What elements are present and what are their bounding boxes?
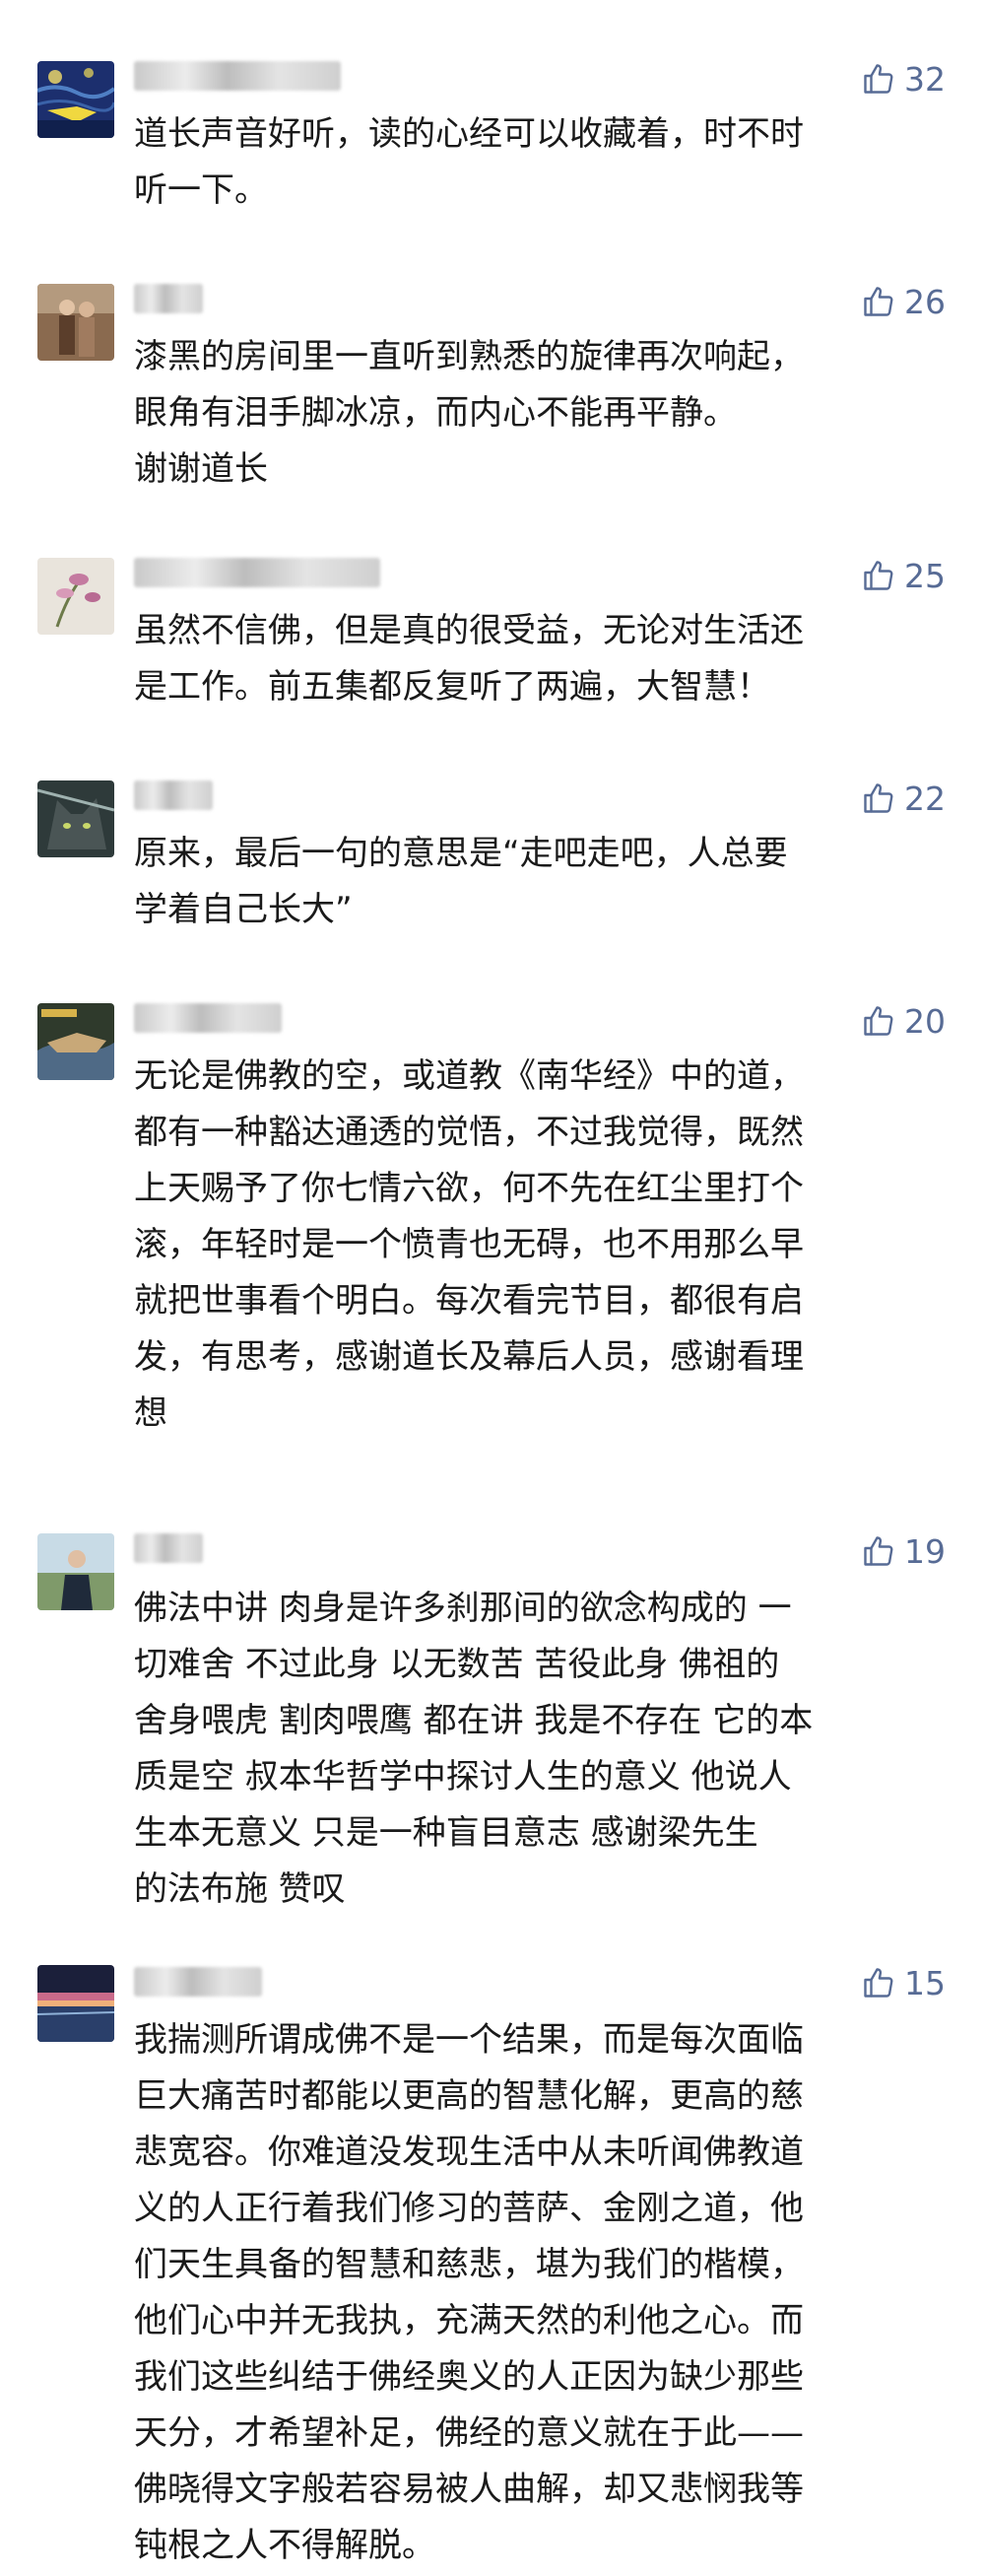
thumbs-up-icon <box>864 1006 893 1036</box>
nickname-blurred <box>134 61 341 91</box>
thumbs-up-icon <box>864 1968 893 1998</box>
comment-text: 原来，最后一句的意思是“走吧走吧，人总要 学着自己长大” <box>134 834 788 929</box>
nickname-blurred <box>134 1003 282 1033</box>
like-button[interactable]: 32 <box>861 57 946 101</box>
like-button[interactable]: 15 <box>861 1961 946 2004</box>
avatar[interactable] <box>37 61 114 138</box>
nickname-blurred <box>134 780 213 810</box>
comment-text: 佛法中讲 肉身是许多刹那间的欲念构成的 一 切难舍 不过此身 以无数苦 苦役此身… <box>134 1589 814 1909</box>
like-button[interactable]: 26 <box>861 280 946 323</box>
nickname-blurred <box>134 1533 203 1563</box>
comment-text: 虽然不信佛，但是真的很受益，无论对生活还 是工作。前五集都反复听了两遍，大智慧！ <box>134 611 804 707</box>
like-count: 20 <box>904 1001 946 1041</box>
avatar[interactable] <box>37 780 114 857</box>
avatar[interactable] <box>37 1533 114 1610</box>
comment-text: 道长声音好听，读的心经可以收藏着，时不时 听一下。 <box>134 114 804 210</box>
avatar[interactable] <box>37 558 114 635</box>
thumbs-up-icon <box>864 1536 893 1566</box>
like-count: 32 <box>904 59 946 99</box>
nickname-blurred <box>134 1967 262 1997</box>
like-button[interactable]: 20 <box>861 999 946 1043</box>
flower-avatar-icon <box>37 558 114 635</box>
like-count: 22 <box>904 779 946 818</box>
nickname-blurred <box>134 284 203 313</box>
nickname-blurred <box>134 558 380 587</box>
like-count: 26 <box>904 282 946 321</box>
person-outdoor-avatar-icon <box>37 1533 114 1610</box>
like-count: 19 <box>904 1531 946 1571</box>
comment-text: 我揣测所谓成佛不是一个结果，而是每次面临 巨大痛苦时都能以更高的智慧化解，更高的… <box>134 2020 804 2565</box>
thumbs-up-icon <box>864 783 893 813</box>
book-cover-avatar-icon <box>37 1003 114 1080</box>
couple-photo-avatar-icon <box>37 284 114 361</box>
like-count: 15 <box>904 1963 946 2002</box>
cat-avatar-icon <box>37 780 114 857</box>
thumbs-up-icon <box>864 561 893 590</box>
avatar[interactable] <box>37 284 114 361</box>
avatar[interactable] <box>37 1003 114 1080</box>
like-button[interactable]: 22 <box>861 777 946 820</box>
like-button[interactable]: 19 <box>861 1529 946 1573</box>
like-count: 25 <box>904 556 946 595</box>
like-button[interactable]: 25 <box>861 554 946 597</box>
comment-text: 无论是佛教的空，或道教《南华经》中的道， 都有一种豁达通透的觉悟，不过我觉得，既… <box>134 1056 804 1433</box>
thumbs-up-icon <box>864 64 893 94</box>
sunset-avatar-icon <box>37 1965 114 2042</box>
starry-night-avatar-icon <box>37 61 114 138</box>
thumbs-up-icon <box>864 287 893 316</box>
comment-text: 漆黑的房间里一直听到熟悉的旋律再次响起， 眼角有泪手脚冰凉，而内心不能再平静。 … <box>134 337 804 489</box>
avatar[interactable] <box>37 1965 114 2042</box>
